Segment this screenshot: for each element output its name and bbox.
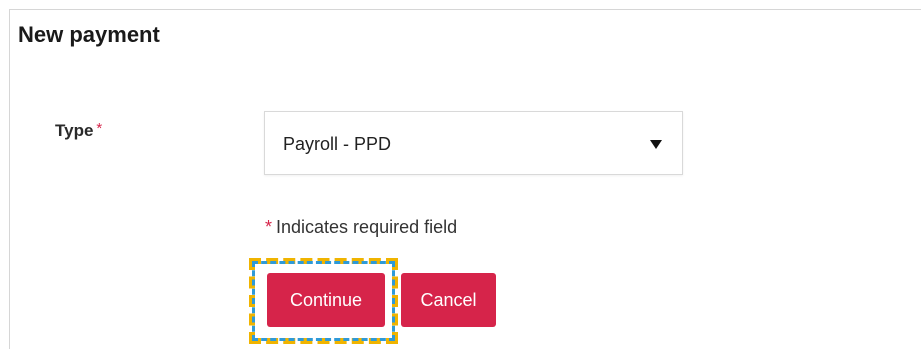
required-asterisk: * xyxy=(96,120,103,137)
required-field-note: * Indicates required field xyxy=(265,217,457,238)
type-field-label: Type * xyxy=(55,120,102,141)
required-note-asterisk: * xyxy=(265,217,273,237)
required-note-text: Indicates required field xyxy=(276,217,458,237)
type-label-text: Type xyxy=(55,121,94,140)
cancel-button[interactable]: Cancel xyxy=(401,273,496,327)
payment-type-selected-value: Payroll - PPD xyxy=(283,134,392,154)
page-title: New payment xyxy=(18,22,160,47)
caret-down-icon xyxy=(650,140,662,149)
payment-type-select[interactable]: Payroll - PPD xyxy=(264,111,683,175)
continue-button[interactable]: Continue xyxy=(267,273,385,327)
